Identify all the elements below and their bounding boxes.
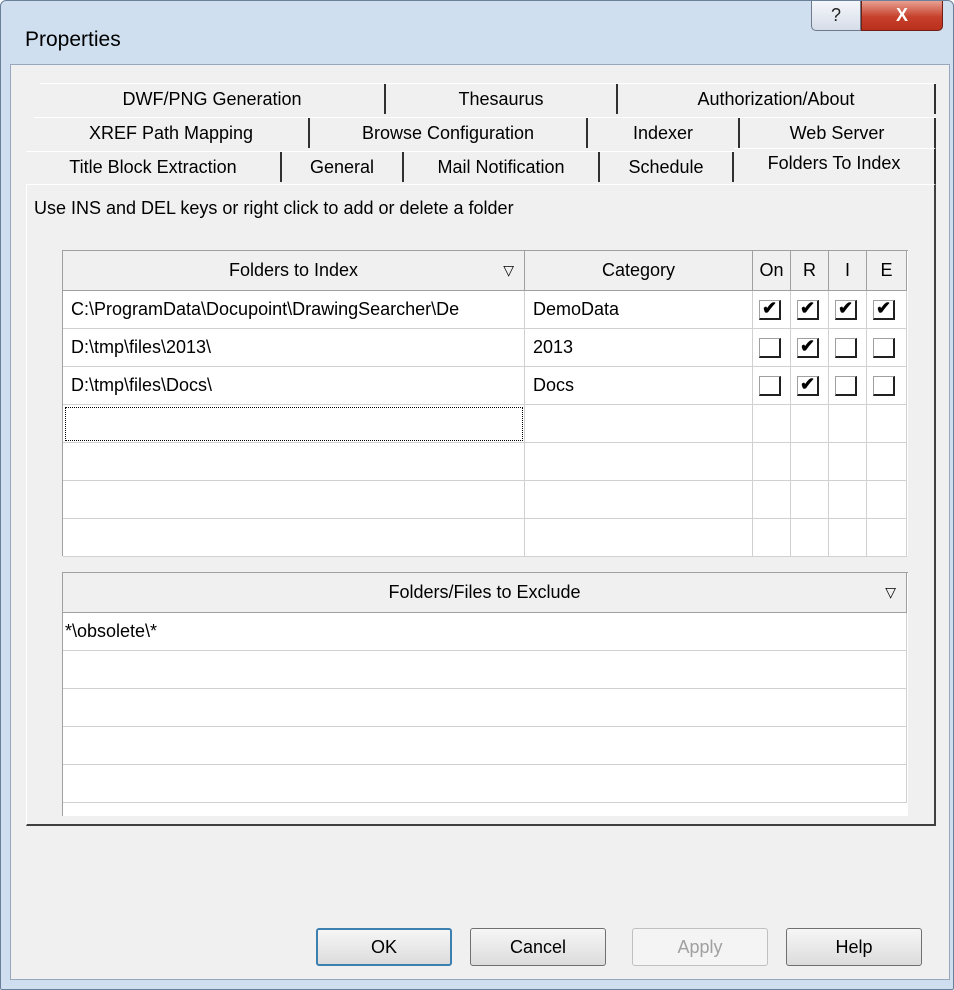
checkbox-cell: ✔: [791, 329, 829, 367]
window-title: Properties: [25, 28, 121, 51]
empty-cell[interactable]: [63, 443, 525, 481]
empty-cell[interactable]: [867, 481, 907, 519]
empty-cell[interactable]: [829, 519, 867, 557]
empty-cell[interactable]: [525, 405, 753, 443]
r-checkbox[interactable]: ✔: [797, 375, 819, 396]
ok-button[interactable]: OK: [316, 928, 452, 966]
category-cell[interactable]: 2013: [525, 329, 753, 367]
checkbox-cell: [829, 367, 867, 405]
instructions-text: Use INS and DEL keys or right click to a…: [34, 198, 514, 218]
column-header-exclude[interactable]: Folders/Files to Exclude ▽: [63, 573, 907, 613]
folder-path-cell[interactable]: C:\ProgramData\Docupoint\DrawingSearcher…: [63, 291, 525, 329]
empty-cell[interactable]: [829, 481, 867, 519]
tab-thesaurus[interactable]: Thesaurus: [386, 84, 618, 114]
e-checkbox[interactable]: [873, 338, 895, 358]
apply-button[interactable]: Apply: [632, 928, 768, 966]
empty-cell[interactable]: [525, 481, 753, 519]
empty-cell[interactable]: [753, 405, 791, 443]
checkbox-cell: [753, 329, 791, 367]
checkbox-cell: ✔: [791, 291, 829, 329]
checkbox-cell: [829, 329, 867, 367]
column-header-e[interactable]: E: [867, 251, 907, 291]
sort-icon[interactable]: ▽: [503, 251, 514, 289]
checkbox-cell: ✔: [791, 367, 829, 405]
empty-cell[interactable]: [63, 727, 907, 765]
r-checkbox[interactable]: ✔: [797, 337, 819, 358]
help-button[interactable]: Help: [786, 928, 922, 966]
tab-web-server[interactable]: Web Server: [740, 118, 936, 148]
empty-cell[interactable]: [525, 519, 753, 557]
column-header-i[interactable]: I: [829, 251, 867, 291]
e-checkbox[interactable]: ✔: [873, 299, 895, 320]
empty-cell[interactable]: [63, 765, 907, 803]
column-header-on[interactable]: On: [753, 251, 791, 291]
checkbox-cell: ✔: [829, 291, 867, 329]
folder-path-cell[interactable]: D:\tmp\files\2013\: [63, 329, 525, 367]
tab-indexer[interactable]: Indexer: [588, 118, 740, 148]
empty-cell[interactable]: [829, 443, 867, 481]
cancel-button[interactable]: Cancel: [470, 928, 606, 966]
empty-cell[interactable]: [525, 443, 753, 481]
tab-mail-notification[interactable]: Mail Notification: [404, 152, 600, 182]
empty-cell[interactable]: [867, 519, 907, 557]
category-cell[interactable]: DemoData: [525, 291, 753, 329]
empty-cell[interactable]: [791, 443, 829, 481]
empty-cell[interactable]: [63, 689, 907, 727]
empty-cell[interactable]: [867, 405, 907, 443]
help-icon[interactable]: ?: [811, 1, 861, 31]
checkbox-cell: [867, 367, 907, 405]
exclude-table[interactable]: Folders/Files to Exclude ▽ *\obsolete\*: [62, 572, 908, 816]
on-checkbox[interactable]: [759, 338, 781, 358]
empty-cell[interactable]: [753, 443, 791, 481]
on-checkbox[interactable]: [759, 376, 781, 396]
exclude-pattern-cell[interactable]: *\obsolete\*: [63, 613, 907, 651]
checkbox-cell: ✔: [753, 291, 791, 329]
empty-cell[interactable]: [63, 481, 525, 519]
tab-title-block-extraction[interactable]: Title Block Extraction: [26, 152, 282, 182]
column-header-r[interactable]: R: [791, 251, 829, 291]
tab-browse-configuration[interactable]: Browse Configuration: [310, 118, 588, 148]
column-header-category[interactable]: Category: [525, 251, 753, 291]
column-header-exclude-label: Folders/Files to Exclude: [388, 582, 581, 602]
tab-schedule[interactable]: Schedule: [600, 152, 734, 182]
i-checkbox[interactable]: [835, 338, 857, 358]
empty-cell[interactable]: [63, 651, 907, 689]
folder-path-cell[interactable]: D:\tmp\files\Docs\: [63, 367, 525, 405]
checkbox-cell: [753, 367, 791, 405]
on-checkbox[interactable]: ✔: [759, 299, 781, 320]
empty-cell[interactable]: [867, 443, 907, 481]
tab-authorization-about[interactable]: Authorization/About: [618, 84, 936, 114]
tab-dwf-png-generation[interactable]: DWF/PNG Generation: [40, 84, 386, 114]
column-header-folders-label: Folders to Index: [228, 260, 359, 280]
i-checkbox[interactable]: [835, 376, 857, 396]
r-checkbox[interactable]: ✔: [797, 299, 819, 320]
folders-to-index-table[interactable]: Folders to Index ▽ Category On R I E C:\…: [62, 250, 908, 557]
tab-folders-to-index[interactable]: Folders To Index: [734, 148, 936, 186]
sort-icon[interactable]: ▽: [885, 573, 896, 611]
checkbox-cell: ✔: [867, 291, 907, 329]
empty-cell[interactable]: [791, 481, 829, 519]
i-checkbox[interactable]: ✔: [835, 299, 857, 320]
close-icon[interactable]: X: [861, 1, 943, 31]
e-checkbox[interactable]: [873, 376, 895, 396]
category-cell[interactable]: Docs: [525, 367, 753, 405]
tab-general[interactable]: General: [282, 152, 404, 182]
column-header-folders[interactable]: Folders to Index ▽: [63, 251, 525, 291]
checkbox-cell: [867, 329, 907, 367]
empty-cell[interactable]: [63, 519, 525, 557]
empty-cell[interactable]: [791, 519, 829, 557]
empty-cell[interactable]: [829, 405, 867, 443]
title-bar[interactable]: Properties ? X: [1, 1, 953, 65]
empty-cell[interactable]: [753, 519, 791, 557]
empty-cell[interactable]: [791, 405, 829, 443]
tab-xref-path-mapping[interactable]: XREF Path Mapping: [34, 118, 310, 148]
new-folder-entry-cell[interactable]: [63, 405, 525, 443]
empty-cell[interactable]: [753, 481, 791, 519]
